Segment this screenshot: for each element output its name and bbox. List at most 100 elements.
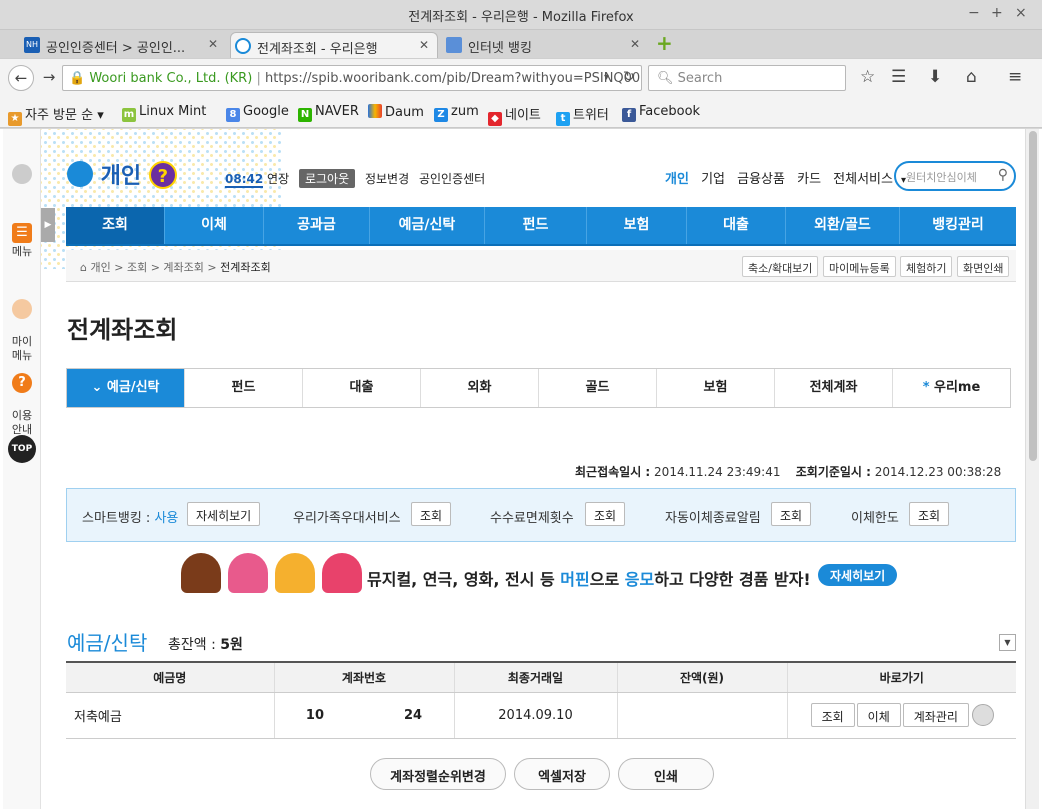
excel-save-button[interactable]: 엑셀저장	[514, 758, 610, 790]
bookmark-frequent[interactable]: ★ 자주 방문 순 ▾	[8, 104, 104, 126]
forward-icon[interactable]: →	[36, 65, 62, 91]
link-card[interactable]: 카드	[797, 172, 821, 187]
gnb-banking-mgmt[interactable]: 뱅킹관리	[900, 207, 1016, 244]
close-tab-icon[interactable]: ✕	[630, 37, 640, 51]
tab-fund[interactable]: 펀드	[185, 369, 303, 407]
gnb-bills[interactable]: 공과금	[264, 207, 370, 244]
bookmark-zum[interactable]: Zzum	[434, 104, 479, 122]
table-row: 저축예금 10 24 2014.09.10 조회 이체 계좌관리	[66, 692, 1016, 739]
quick-menu[interactable]: ☰ 메뉴	[3, 223, 41, 259]
tab-all-accounts[interactable]: 전체계좌	[775, 369, 893, 407]
account-number[interactable]: 10 24	[274, 692, 455, 739]
fee-query-button[interactable]: 조회	[585, 502, 626, 526]
access-info: 최근접속일시 : 2014.11.24 23:49:41 조회기준일시 : 20…	[575, 465, 1002, 479]
asterisk-icon: *	[922, 380, 935, 395]
sort-order-button[interactable]: 계좌정렬순위변경	[370, 758, 506, 790]
bookmark-star-icon[interactable]: ☆	[860, 67, 875, 87]
zoom-button[interactable]: 축소/확대보기	[742, 256, 819, 277]
print-button[interactable]: 인쇄	[618, 758, 714, 790]
tab-deposit[interactable]: ⌄ 예금/신탁	[67, 369, 185, 407]
promo-banner[interactable]: 뮤지컬, 연극, 영화, 전시 등 머핀으로 응모하고 다양한 경품 받자! 자…	[175, 551, 915, 597]
quick-guide[interactable]: ? 이용 안내	[3, 359, 41, 437]
print-screen-button[interactable]: 화면인쇄	[957, 256, 1010, 277]
crumb-personal[interactable]: 개인	[90, 261, 110, 274]
row-manage-button[interactable]: 계좌관리	[902, 703, 969, 727]
bookmark-linuxmint[interactable]: m Linux Mint	[122, 104, 206, 122]
tab-foreign[interactable]: 외화	[421, 369, 539, 407]
gnb-loan[interactable]: 대출	[687, 207, 786, 244]
close-window-icon[interactable]: ×	[1015, 5, 1027, 21]
woori-icon	[235, 38, 251, 54]
tab-woori[interactable]: 전계좌조회 - 우리은행 ✕	[230, 32, 438, 58]
download-icon[interactable]: ⬇	[928, 67, 942, 87]
search-icon[interactable]: ⚲	[998, 167, 1008, 183]
limit-query-button[interactable]: 조회	[909, 502, 950, 526]
link-products[interactable]: 금융상품	[737, 172, 785, 187]
extend-button[interactable]: 연장	[267, 172, 289, 186]
url-bar[interactable]: 🔒 Woori bank Co., Ltd. (KR) | https://sp…	[62, 65, 642, 91]
crumb-account-query[interactable]: 계좌조회	[163, 261, 203, 274]
dropdown-icon[interactable]: ▾	[604, 72, 609, 83]
bookmark-google[interactable]: 8 Google	[226, 104, 289, 122]
gnb-deposit[interactable]: 예금/신탁	[370, 207, 485, 244]
menu-icon[interactable]: ≡	[1008, 67, 1022, 87]
family-query-button[interactable]: 조회	[411, 502, 452, 526]
banner-detail-button[interactable]: 자세히보기	[818, 564, 898, 586]
crumb-query[interactable]: 조회	[127, 261, 147, 274]
close-tab-icon[interactable]: ✕	[419, 38, 429, 52]
tab-loan[interactable]: 대출	[303, 369, 421, 407]
tab-gold[interactable]: 골드	[539, 369, 657, 407]
cert-center-link[interactable]: 공인인증센터	[419, 172, 485, 186]
row-query-button[interactable]: 조회	[810, 703, 855, 727]
link-personal[interactable]: 개인	[665, 172, 689, 187]
gnb-forex[interactable]: 외환/골드	[786, 207, 900, 244]
my-menu-register-button[interactable]: 마이메뉴등록	[823, 256, 896, 277]
cupcake-icon	[322, 553, 362, 593]
logo[interactable]: 개인 ?	[67, 158, 177, 190]
smart-detail-button[interactable]: 자세히보기	[187, 502, 261, 526]
scroll-thumb[interactable]	[1029, 131, 1037, 461]
info-change-link[interactable]: 정보변경	[365, 172, 409, 186]
gnb-query[interactable]: 조회	[66, 207, 165, 244]
vertical-scrollbar[interactable]	[1025, 129, 1039, 809]
crumb-current: 전계좌조회	[220, 261, 271, 274]
logout-button[interactable]: 로그아웃	[298, 169, 356, 188]
sidebar-toggle-icon[interactable]: ▶	[41, 208, 55, 242]
bookmark-facebook[interactable]: f Facebook	[622, 104, 700, 122]
gnb-insurance[interactable]: 보험	[587, 207, 687, 244]
link-corporate[interactable]: 기업	[701, 172, 725, 187]
experience-button[interactable]: 체험하기	[900, 256, 953, 277]
help-icon[interactable]: ?	[148, 161, 177, 189]
gnb-fund[interactable]: 펀드	[485, 207, 587, 244]
bookmark-daum[interactable]: Daum	[368, 104, 424, 120]
reading-list-icon[interactable]: ☰	[891, 67, 906, 87]
quick-my-menu[interactable]: 마이 메뉴	[3, 285, 41, 363]
back-icon[interactable]: ←	[8, 65, 34, 91]
row-transfer-button[interactable]: 이체	[856, 703, 901, 727]
auto-query-button[interactable]: 조회	[771, 502, 812, 526]
more-icon[interactable]	[971, 704, 994, 726]
bookmark-nate[interactable]: ◆ 네이트	[488, 104, 541, 126]
minimize-icon[interactable]: −	[968, 5, 980, 21]
home-icon[interactable]: ⌂	[966, 67, 977, 87]
maximize-icon[interactable]: +	[991, 5, 1003, 21]
auto-transfer-label: 자동이체종료알림	[665, 511, 761, 526]
bookmark-twitter[interactable]: t 트위터	[556, 104, 609, 126]
col-account: 계좌번호	[274, 661, 455, 693]
home-icon[interactable]: ⌂	[80, 261, 87, 274]
session-timer: 08:42 연장 로그아웃 정보변경 공인인증센터	[225, 169, 485, 188]
tab-insurance[interactable]: 보험	[657, 369, 775, 407]
tab-woori-me[interactable]: * 우리me	[893, 369, 1010, 407]
tab-banking[interactable]: 인터넷 뱅킹 ✕	[442, 32, 648, 58]
link-all-services[interactable]: 전체서비스	[833, 172, 893, 187]
search-bar[interactable]: 🔍︎ Search	[648, 65, 846, 91]
quick-top[interactable]: TOP	[3, 435, 41, 465]
reload-icon[interactable]: ↻	[623, 69, 635, 85]
gnb-transfer[interactable]: 이체	[165, 207, 264, 244]
new-tab-icon[interactable]: +	[656, 31, 673, 55]
site-search-input[interactable]: 원터치안심이체 ⚲	[894, 161, 1016, 191]
close-tab-icon[interactable]: ✕	[208, 37, 218, 51]
tab-cert[interactable]: NH 공인인증센터 > 공인인... ✕	[20, 32, 226, 58]
bookmark-naver[interactable]: N NAVER	[298, 104, 359, 122]
collapse-icon[interactable]: ▼	[999, 634, 1016, 651]
